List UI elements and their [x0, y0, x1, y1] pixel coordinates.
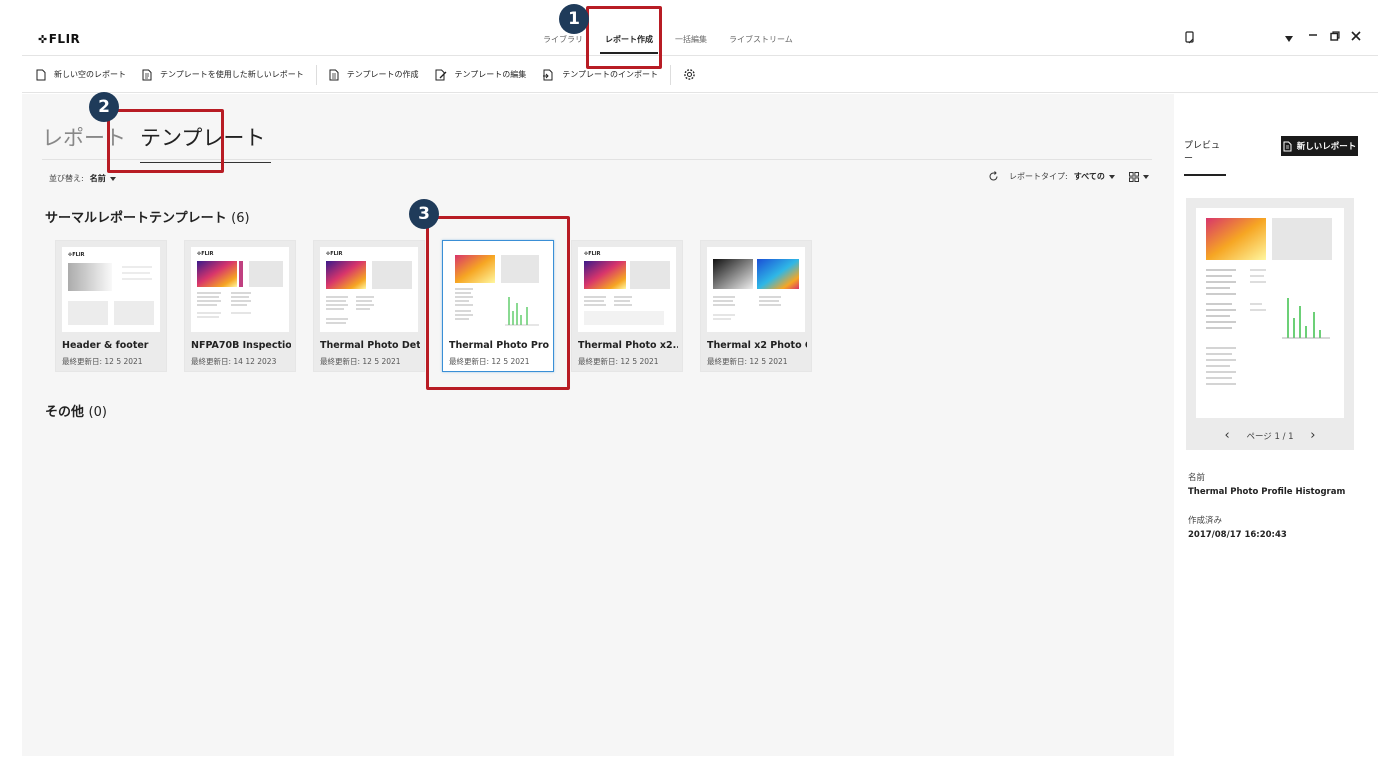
- report-type-dropdown[interactable]: レポートタイプ: すべての: [1009, 171, 1115, 182]
- minimize-icon[interactable]: [1308, 30, 1318, 43]
- created-label: 作成済み: [1188, 516, 1223, 526]
- create-template-button[interactable]: テンプレートの作成: [321, 63, 427, 87]
- new-blank-report-label: 新しい空のレポート: [54, 70, 126, 79]
- name-value: Thermal Photo Profile Histogram: [1188, 487, 1346, 497]
- template-card[interactable]: ✜FLIR Thermal Photo Det... 最終更新日: 12 5 2…: [313, 240, 425, 372]
- annotation-box-3: [426, 216, 570, 390]
- chevron-down-icon: [1108, 174, 1115, 179]
- document-icon: [1283, 141, 1292, 151]
- chevron-down-icon: [1142, 174, 1149, 179]
- preview-pager: ‹ ページ 1 / 1 ›: [1186, 428, 1354, 443]
- template-card-date: 最終更新日: 12 5 2021: [707, 357, 788, 366]
- sort-value: 名前: [89, 174, 106, 183]
- view-toggle[interactable]: [1128, 171, 1149, 182]
- template-thumbnail: ✜FLIR: [578, 247, 676, 332]
- template-card-title: Thermal x2 Photo C...: [707, 340, 807, 351]
- template-thumbnail: ✜FLIR: [191, 247, 289, 332]
- toolbar-separator: [670, 64, 672, 85]
- template-card[interactable]: ✜FLIR Header & footer 最終更新日: 12 5 2021: [55, 240, 167, 372]
- template-document-icon: [142, 69, 152, 80]
- template-card-date: 最終更新日: 14 12 2023: [191, 357, 277, 366]
- report-type-label: レポートタイプ:: [1009, 172, 1068, 181]
- name-label: 名前: [1188, 473, 1206, 483]
- previous-page-icon[interactable]: ‹: [1225, 428, 1230, 443]
- section-thermal-templates: サーマルレポートテンプレート (6): [45, 207, 250, 226]
- template-thumbnail: ✜FLIR: [62, 247, 160, 332]
- nav-tab-batch-edit[interactable]: 一括編集: [664, 18, 718, 56]
- template-card-date: 最終更新日: 12 5 2021: [62, 357, 143, 366]
- flir-logo: ✜FLIR: [38, 32, 81, 46]
- preview-page: [1196, 208, 1344, 418]
- create-template-icon: [329, 69, 339, 80]
- main-content: レポート テンプレート 並び替え: 名前 レポートタイプ: すべての サーマルレ…: [22, 94, 1378, 756]
- template-card[interactable]: Thermal x2 Photo C... 最終更新日: 12 5 2021: [700, 240, 812, 372]
- edit-template-label: テンプレートの編集: [454, 70, 527, 79]
- report-type-value: すべての: [1073, 172, 1105, 181]
- section-other-templates: その他 (0): [45, 401, 107, 420]
- section-title: サーマルレポートテンプレート: [45, 211, 227, 226]
- app-window: ✜FLIR ライブラリ レポート作成 一括編集 ライブストリーム 新しい空のレポ…: [0, 0, 1400, 776]
- new-report-button[interactable]: 新しいレポート: [1281, 136, 1358, 156]
- refresh-icon[interactable]: [988, 171, 999, 182]
- create-template-label: テンプレートの作成: [346, 70, 419, 79]
- template-card-title: NFPA70B Inspectio...: [191, 340, 291, 351]
- template-card[interactable]: ✜FLIR NFPA70B Inspectio... 最終更新日: 14 12 …: [184, 240, 296, 372]
- toolbar-separator: [315, 64, 317, 85]
- preview-panel: プレビュー 新しいレポート ‹ ページ 1 / 1 › 名前 Thermal P…: [1174, 94, 1378, 756]
- section-count: (0): [88, 405, 107, 420]
- annotation-box-2: [107, 109, 224, 173]
- next-page-icon[interactable]: ›: [1310, 428, 1315, 443]
- new-report-from-template-label: テンプレートを使用した新しいレポート: [160, 70, 304, 79]
- restore-icon[interactable]: [1330, 31, 1340, 44]
- filter-bar: レポートタイプ: すべての: [988, 171, 1149, 182]
- svg-text:✜FLIR: ✜FLIR: [68, 252, 85, 258]
- import-template-icon: [543, 69, 553, 80]
- template-card-title: Header & footer: [62, 340, 149, 351]
- chevron-down-icon: [109, 176, 116, 181]
- annotation-badge-2: 2: [89, 92, 119, 122]
- title-bar: ✜FLIR ライブラリ レポート作成 一括編集 ライブストリーム: [22, 18, 1378, 56]
- page-indicator: ページ 1 / 1: [1246, 432, 1294, 442]
- sort-label: 並び替え:: [49, 174, 84, 183]
- template-thumbnail: [707, 247, 805, 332]
- section-count: (6): [231, 211, 250, 226]
- template-thumbnail: ✜FLIR: [320, 247, 418, 332]
- annotation-box-1: [586, 6, 662, 69]
- new-report-label: 新しいレポート: [1296, 142, 1357, 152]
- template-card-date: 最終更新日: 12 5 2021: [578, 357, 659, 366]
- close-icon[interactable]: [1351, 31, 1361, 44]
- svg-text:✜FLIR: ✜FLIR: [584, 251, 601, 257]
- new-blank-report-button[interactable]: 新しい空のレポート: [28, 63, 134, 87]
- device-icon[interactable]: [1184, 31, 1196, 47]
- created-value: 2017/08/17 16:20:43: [1188, 530, 1287, 540]
- tab-preview[interactable]: プレビュー: [1184, 138, 1226, 176]
- sort-dropdown[interactable]: 並び替え: 名前: [49, 173, 116, 184]
- template-card-title: Thermal Photo x2...: [578, 340, 678, 351]
- svg-text:✜FLIR: ✜FLIR: [326, 251, 343, 257]
- preview-box: ‹ ページ 1 / 1 ›: [1186, 198, 1354, 450]
- gear-icon: [684, 69, 695, 80]
- edit-template-icon: [435, 69, 446, 80]
- new-report-from-template-button[interactable]: テンプレートを使用した新しいレポート: [134, 63, 312, 87]
- edit-template-button[interactable]: テンプレートの編集: [427, 63, 535, 87]
- svg-text:✜FLIR: ✜FLIR: [197, 251, 214, 257]
- nav-tab-livestream[interactable]: ライブストリーム: [718, 18, 804, 56]
- toolbar: 新しい空のレポート テンプレートを使用した新しいレポート テンプレートの作成 テ…: [22, 57, 1378, 93]
- template-card-title: Thermal Photo Det...: [320, 340, 420, 351]
- import-template-label: テンプレートのインポート: [562, 70, 659, 79]
- template-card-date: 最終更新日: 12 5 2021: [320, 357, 401, 366]
- grid-view-icon: [1128, 171, 1139, 182]
- template-card[interactable]: ✜FLIR Thermal Photo x2... 最終更新日: 12 5 20…: [571, 240, 683, 372]
- settings-button[interactable]: [675, 63, 712, 87]
- annotation-badge-1: 1: [559, 4, 589, 34]
- dropdown-caret-icon[interactable]: [1284, 33, 1294, 46]
- document-icon: [36, 69, 46, 80]
- annotation-badge-3: 3: [409, 199, 439, 229]
- section-title: その他: [45, 405, 85, 420]
